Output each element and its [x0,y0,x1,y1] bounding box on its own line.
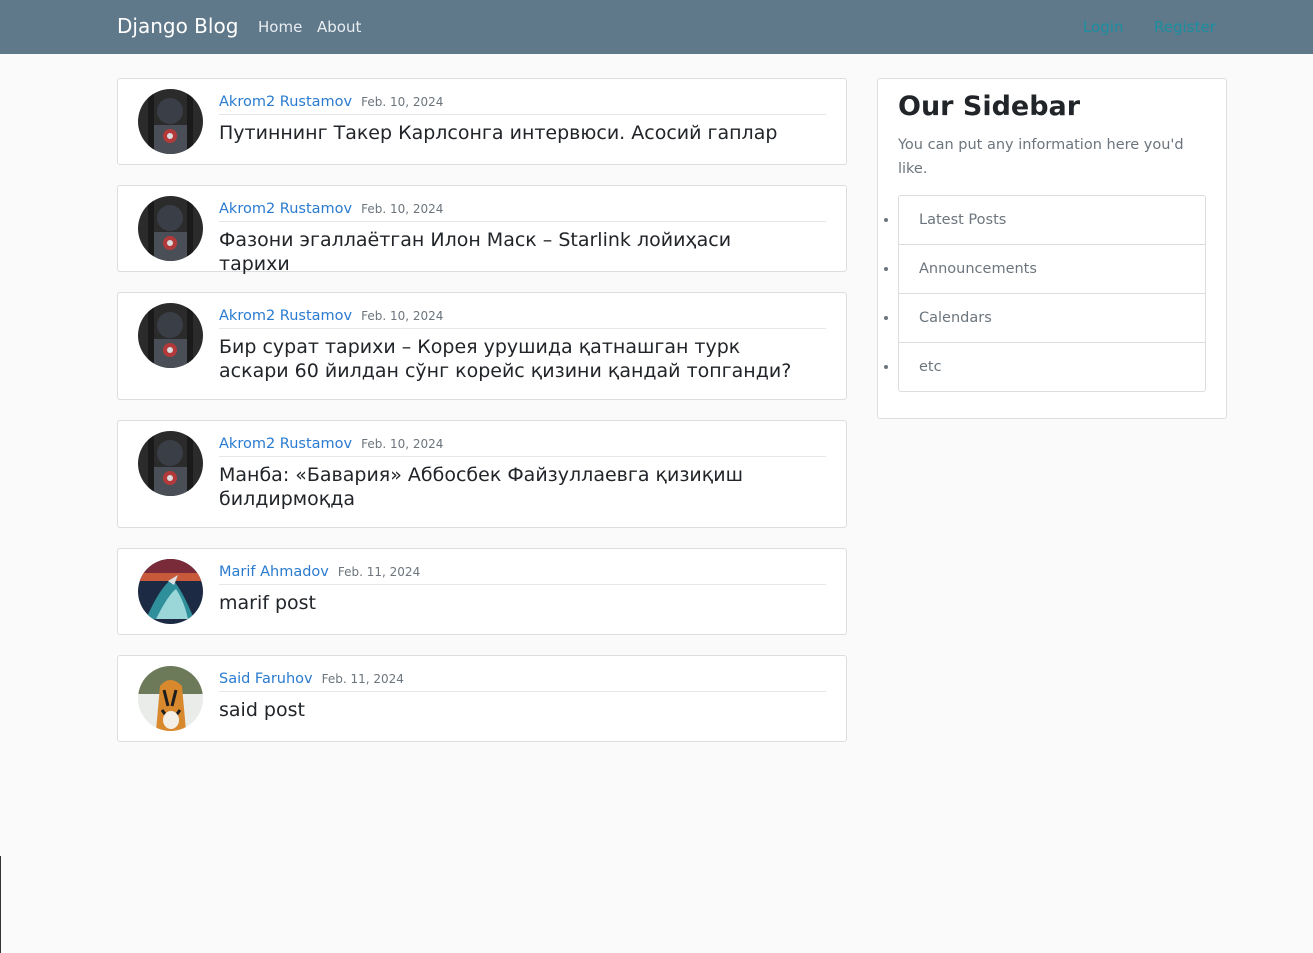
post-date: Feb. 10, 2024 [361,309,444,323]
sidebar-description: You can put any information here you'd l… [898,137,1184,177]
nav-login-link[interactable]: Login [1083,18,1123,36]
post-date: Feb. 11, 2024 [321,672,404,686]
post-date: Feb. 10, 2024 [361,202,444,216]
window-edge-divider [0,856,1,953]
sidebar-list: Latest Posts Announcements Calendars etc [898,195,1206,392]
post-title-link[interactable]: Бир сурат тарихи – Корея урушида қатнашг… [219,335,806,383]
post-title-link[interactable]: said post [219,698,806,722]
top-navbar: Django Blog Home About Login Register [0,0,1313,54]
post-meta: Akrom2 Rustamov Feb. 10, 2024 [219,198,826,222]
sidebar-title: Our Sidebar [898,91,1081,122]
post-date: Feb. 10, 2024 [361,437,444,451]
post-card: Akrom2 Rustamov Feb. 10, 2024 Бир сурат т… [117,292,847,400]
captain-america-avatar [138,196,203,261]
author-link[interactable]: Akrom2 Rustamov [219,94,352,110]
sidebar: Our Sidebar You can put any information … [877,78,1227,419]
brand-link[interactable]: Django Blog [117,14,238,38]
sidebar-item-announcements[interactable]: Announcements [899,245,1205,294]
post-meta: Akrom2 Rustamov Feb. 10, 2024 [219,91,826,115]
author-link[interactable]: Said Faruhov [219,671,313,687]
sidebar-item-latest-posts[interactable]: Latest Posts [899,196,1205,245]
author-link[interactable]: Akrom2 Rustamov [219,201,352,217]
post-card: Akrom2 Rustamov Feb. 10, 2024 Фазони эгал… [117,185,847,275]
sidebar-item-calendars[interactable]: Calendars [899,294,1205,343]
captain-america-avatar [138,431,203,496]
post-card: Akrom2 Rustamov Feb. 10, 2024 Манба: «Бав… [117,420,847,528]
post-title-link[interactable]: Манба: «Бавария» Аббосбек Файзуллаевга қ… [219,463,806,511]
post-meta: Marif Ahmadov Feb. 11, 2024 [219,561,826,585]
captain-america-avatar [138,303,203,368]
author-link[interactable]: Marif Ahmadov [219,564,329,580]
post-title-link[interactable]: Фазони эгаллаётган Илон Маск – Starlink … [219,228,806,276]
tiger-avatar [138,666,203,731]
post-card: Akrom2 Rustamov Feb. 10, 2024 Путиннинг Т… [117,78,847,165]
nav-about-link[interactable]: About [317,18,361,36]
post-meta: Akrom2 Rustamov Feb. 10, 2024 [219,305,826,329]
dragon-avatar [138,559,203,624]
sidebar-item-etc[interactable]: etc [899,343,1205,391]
post-card: Said Faruhov Feb. 11, 2024 said post [117,655,847,742]
author-link[interactable]: Akrom2 Rustamov [219,436,352,452]
post-date: Feb. 10, 2024 [361,95,444,109]
post-title-link[interactable]: Путиннинг Такер Карлсонга интервюси. Асо… [219,121,806,145]
author-link[interactable]: Akrom2 Rustamov [219,308,352,324]
captain-america-avatar [138,89,203,154]
post-meta: Akrom2 Rustamov Feb. 10, 2024 [219,433,826,457]
post-date: Feb. 11, 2024 [337,565,421,579]
nav-home-link[interactable]: Home [258,18,302,36]
post-card: Marif Ahmadov Feb. 11, 2024 marif post [117,548,847,635]
post-title-link[interactable]: marif post [219,591,806,615]
nav-register-link[interactable]: Register [1154,18,1216,36]
post-meta: Said Faruhov Feb. 11, 2024 [219,668,826,692]
